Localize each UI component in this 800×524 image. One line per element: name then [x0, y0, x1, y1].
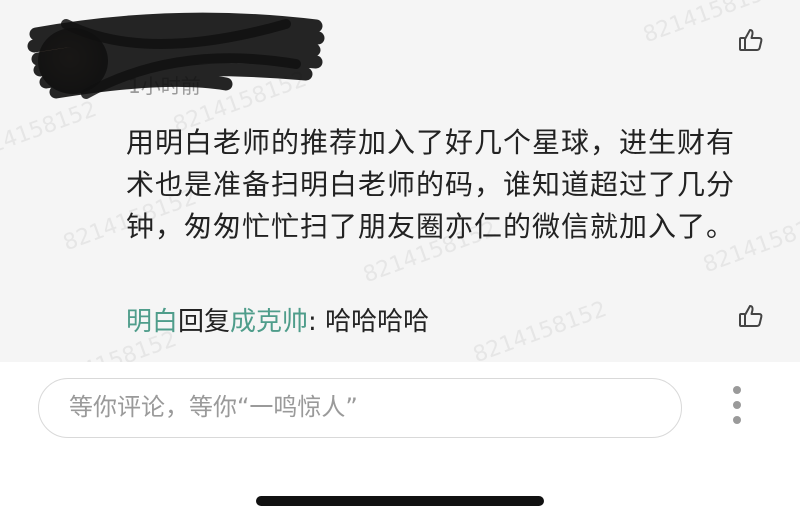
comment-input-bar: 等你评论，等你“一鸣惊人”: [0, 362, 800, 524]
comment-body: 用明白老师的推荐加入了好几个星球，进生财有术也是准备扫明白老师的码，谁知道超过了…: [126, 126, 736, 243]
reply-like-button[interactable]: [737, 302, 765, 330]
watermark: 8214158152: [469, 296, 611, 369]
reply-target-link[interactable]: 成克帅: [230, 307, 308, 337]
reply-verb: 回复: [178, 307, 231, 337]
reply-separator: :: [308, 307, 326, 337]
more-options-button[interactable]: [726, 386, 748, 430]
comment-panel: 8214158152 8214158152 8214158152 8214158…: [0, 0, 800, 398]
home-indicator[interactable]: [256, 496, 544, 506]
like-button[interactable]: [737, 26, 765, 54]
more-vertical-icon: [726, 386, 748, 424]
watermark: 8214158152: [0, 96, 101, 169]
reply-line: 明白回复成克帅: 哈哈哈哈: [126, 302, 429, 342]
comment-input[interactable]: 等你评论，等你“一鸣惊人”: [38, 378, 682, 438]
redaction-scribble: [27, 12, 325, 99]
reply-text: 哈哈哈哈: [325, 307, 430, 337]
reply-author-link[interactable]: 明白: [126, 307, 178, 337]
thumbs-up-icon: [739, 305, 763, 327]
thumbs-up-icon: [739, 29, 763, 51]
